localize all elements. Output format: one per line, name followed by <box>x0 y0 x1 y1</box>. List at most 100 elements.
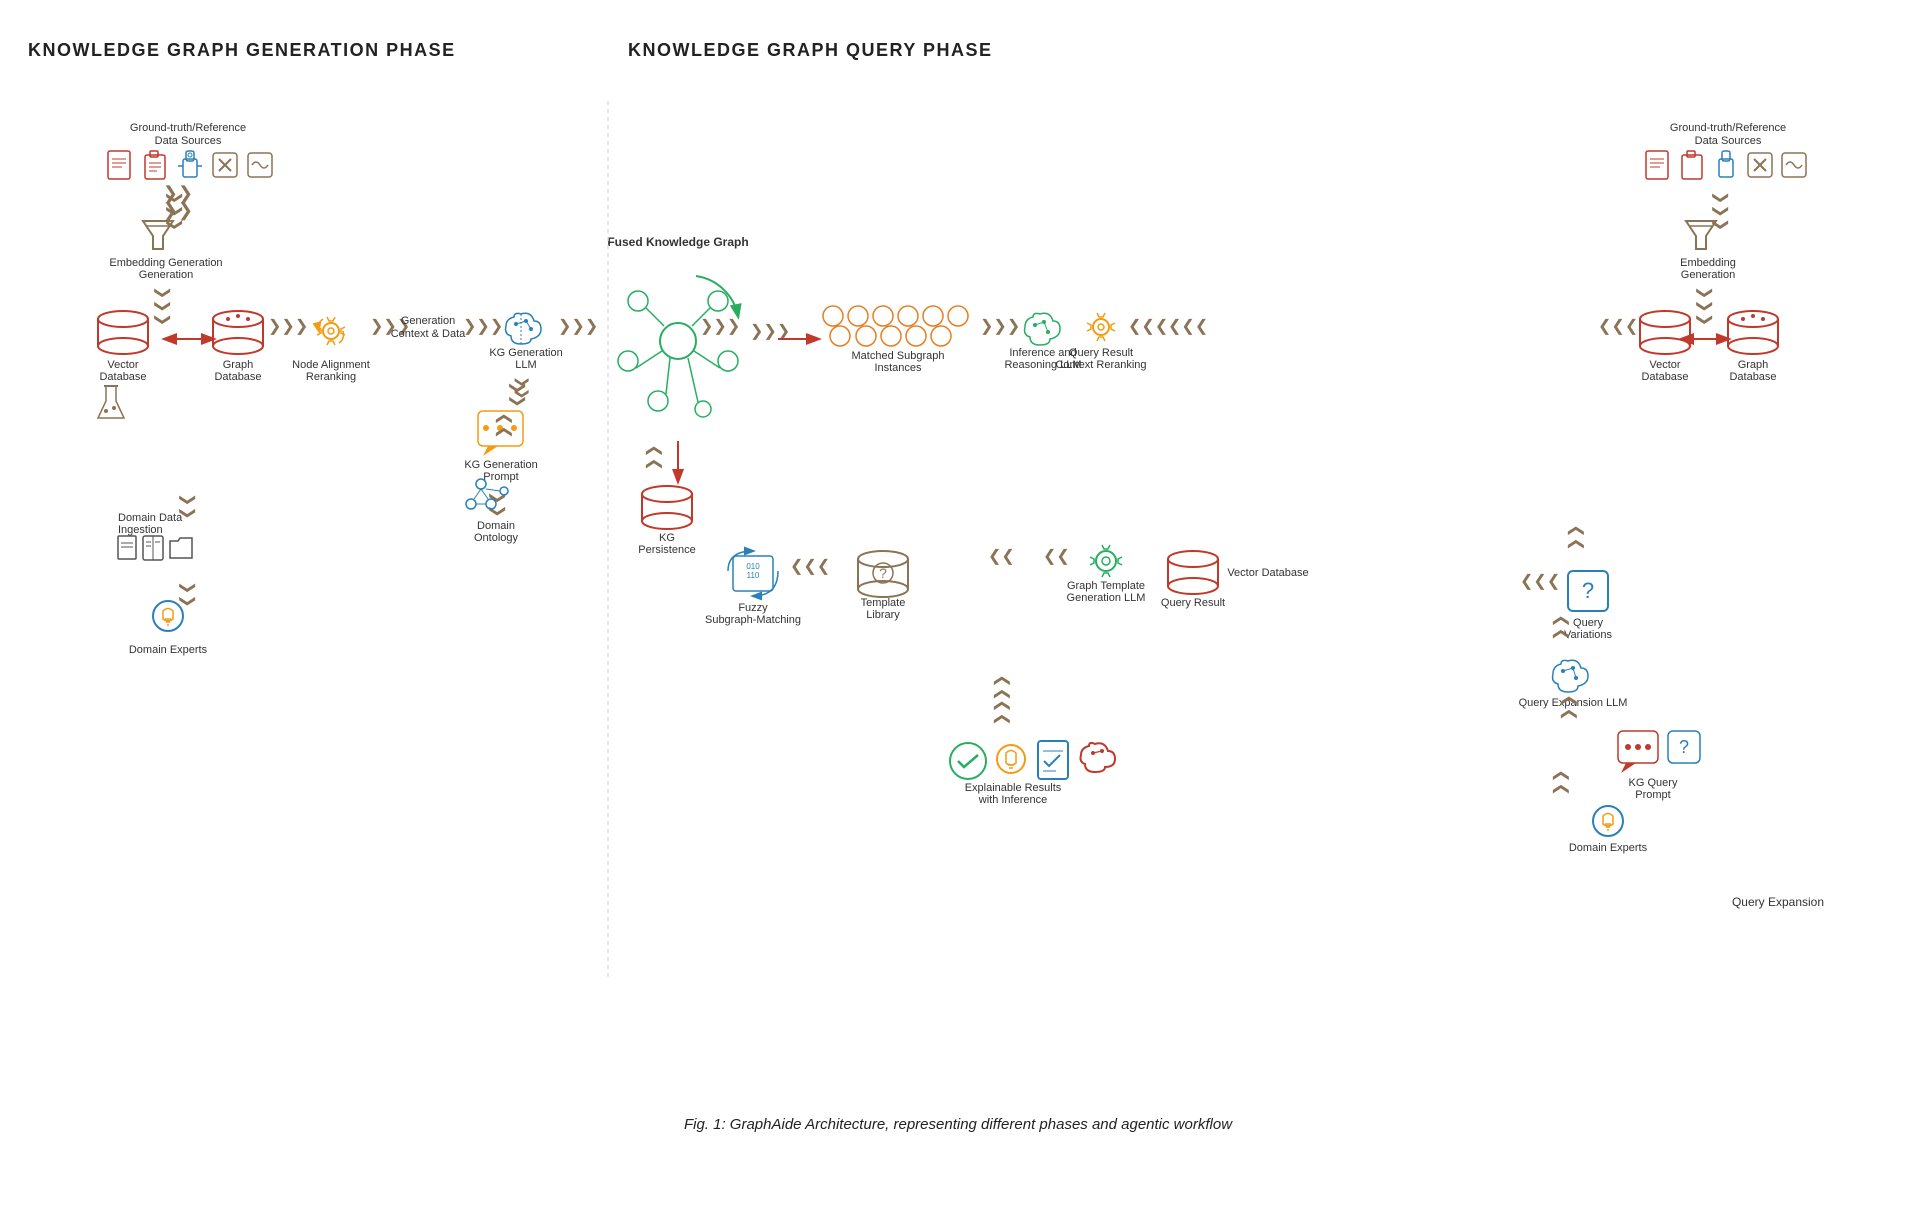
svg-text:Ontology: Ontology <box>474 532 519 544</box>
svg-text:❯❯: ❯❯ <box>179 581 196 608</box>
svg-text:Embedding Generation: Embedding Generation <box>109 257 222 269</box>
svg-text:❯❯❯: ❯❯❯ <box>980 318 1020 335</box>
svg-text:Database: Database <box>99 371 146 383</box>
svg-text:Vector Database: Vector Database <box>1227 567 1308 579</box>
svg-text:Domain Data: Domain Data <box>118 512 183 524</box>
svg-text:❯❯: ❯❯ <box>1560 694 1577 721</box>
svg-text:Data Sources: Data Sources <box>155 135 222 147</box>
inference-llm <box>1025 313 1060 345</box>
svg-text:Matched Subgraph: Matched Subgraph <box>852 350 945 362</box>
svg-text:?: ? <box>1582 578 1594 603</box>
svg-text:❮❮❮: ❮❮❮ <box>1128 318 1168 335</box>
vector-db-left <box>98 311 148 354</box>
template-library: ? <box>858 551 908 597</box>
svg-text:❯❯❯: ❯❯❯ <box>558 318 598 335</box>
source-icon-3 <box>178 151 202 177</box>
svg-text:❯❯: ❯❯ <box>1567 524 1584 551</box>
svg-text:KG: KG <box>659 532 675 544</box>
svg-text:❯❯❯: ❯❯❯ <box>154 286 171 326</box>
r-source-icon-2 <box>1682 151 1702 179</box>
svg-text:010: 010 <box>746 562 760 571</box>
svg-text:Context & Data: Context & Data <box>391 328 466 340</box>
svg-text:❯❯: ❯❯ <box>993 699 1010 726</box>
svg-text:Node Alignment: Node Alignment <box>292 359 370 371</box>
kg-query-qbox: ? <box>1668 731 1700 763</box>
svg-text:Instances: Instances <box>874 362 922 374</box>
query-result-rerank <box>1087 313 1115 341</box>
explainable-cloud <box>1081 743 1116 772</box>
svg-text:Persistence: Persistence <box>638 544 695 556</box>
svg-text:❯❯❯: ❯❯❯ <box>1712 191 1729 231</box>
ingestion-doc1 <box>118 536 136 559</box>
svg-text:Generation: Generation <box>1681 269 1735 281</box>
explainable-doc <box>1038 741 1068 779</box>
svg-text:❮❮: ❮❮ <box>1043 548 1070 565</box>
source-icon-5 <box>248 153 272 177</box>
graph-db-right <box>1728 311 1778 354</box>
domain-experts-left <box>153 601 183 631</box>
svg-text:❮❮❮: ❮❮❮ <box>1598 318 1638 335</box>
source-icon-2 <box>145 151 165 179</box>
svg-text:Query Expansion: Query Expansion <box>1732 895 1824 909</box>
r-source-icon-4 <box>1748 153 1772 177</box>
svg-text:Ground-truth/Reference: Ground-truth/Reference <box>1670 122 1786 134</box>
svg-text:KG Generation: KG Generation <box>464 459 537 471</box>
svg-text:Prompt: Prompt <box>483 471 518 483</box>
svg-text:❯❯: ❯❯ <box>495 412 512 439</box>
kg-query-prompt <box>1618 731 1658 773</box>
r-source-icon-3 <box>1719 151 1733 177</box>
svg-text:❯❯❯: ❯❯❯ <box>750 323 790 340</box>
svg-text:❯❯: ❯❯ <box>645 444 662 471</box>
svg-text:Fuzzy: Fuzzy <box>738 602 768 614</box>
fuzzy-matching: 010 110 <box>728 551 778 596</box>
svg-text:KG Query: KG Query <box>1629 777 1678 789</box>
svg-text:Reranking: Reranking <box>306 371 356 383</box>
vector-db-right <box>1640 311 1690 354</box>
svg-text:❯❯❯: ❯❯❯ <box>166 191 183 231</box>
graph-db-left <box>213 311 263 354</box>
svg-text:❮❮❮: ❮❮❮ <box>1168 318 1208 335</box>
svg-text:?: ? <box>879 565 887 581</box>
query-expansion-llm <box>1553 660 1588 692</box>
svg-text:Database: Database <box>1641 371 1688 383</box>
query-result-cyl <box>1168 551 1218 594</box>
svg-text:Graph: Graph <box>223 359 254 371</box>
svg-text:Prompt: Prompt <box>1635 789 1670 801</box>
svg-text:Domain: Domain <box>477 520 515 532</box>
diagram-svg: Ground-truth/Reference Data Sources <box>28 81 1888 1081</box>
ingestion-book <box>143 536 163 560</box>
svg-text:❯❯: ❯❯ <box>179 493 196 520</box>
phase-left-title: KNOWLEDGE GRAPH GENERATION PHASE <box>28 40 628 61</box>
svg-text:Ground-truth/Reference: Ground-truth/Reference <box>130 122 246 134</box>
ingestion-folder <box>170 538 192 558</box>
explainable-results <box>950 743 986 779</box>
svg-text:Graph Template: Graph Template <box>1067 580 1145 592</box>
svg-text:❯❯: ❯❯ <box>993 674 1010 701</box>
funnel-right <box>1686 221 1716 249</box>
graph-template-llm <box>1090 545 1122 577</box>
kg-persistence <box>642 486 692 529</box>
node-align-left <box>317 317 345 345</box>
query-variations: ? <box>1568 571 1608 611</box>
phases-header: KNOWLEDGE GRAPH GENERATION PHASE KNOWLED… <box>28 40 1888 61</box>
svg-text:❯❯: ❯❯ <box>1552 614 1569 641</box>
svg-text:Ingestion: Ingestion <box>118 524 163 536</box>
svg-text:Database: Database <box>1729 371 1776 383</box>
svg-text:Domain Experts: Domain Experts <box>1569 842 1648 854</box>
svg-text:Domain Experts: Domain Experts <box>129 644 208 656</box>
domain-experts-right <box>1593 806 1623 836</box>
flask-left <box>98 386 124 418</box>
svg-text:Data Sources: Data Sources <box>1695 135 1762 147</box>
svg-text:Subgraph-Matching: Subgraph-Matching <box>705 614 801 626</box>
svg-text:Generation: Generation <box>139 269 193 281</box>
svg-text:Vector: Vector <box>1649 359 1681 371</box>
fused-kg <box>618 276 738 417</box>
svg-text:Graph: Graph <box>1738 359 1769 371</box>
explainable-lightbulb <box>997 745 1025 773</box>
svg-text:Variations: Variations <box>1564 629 1613 641</box>
phase-right-title: KNOWLEDGE GRAPH QUERY PHASE <box>628 40 1888 61</box>
svg-text:?: ? <box>1679 737 1689 757</box>
figure-caption: Fig. 1: GraphAide Architecture, represen… <box>28 1116 1888 1133</box>
svg-text:Embedding: Embedding <box>1680 257 1736 269</box>
svg-text:❮❮❮: ❮❮❮ <box>790 558 830 575</box>
